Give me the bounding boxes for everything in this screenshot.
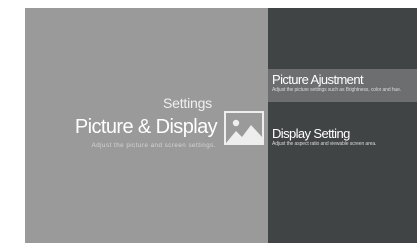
- header-panel: Settings Picture & Display Adjust the pi…: [25, 8, 268, 243]
- menu-item-title: Picture Ajustment: [272, 72, 364, 87]
- picture-icon: [224, 111, 264, 145]
- menu-item-display-setting[interactable]: Display Setting Adjust the aspect ratio …: [268, 126, 417, 154]
- menu-item-title: Display Setting: [272, 126, 350, 141]
- menu-panel: Picture Ajustment Adjust the picture set…: [268, 8, 417, 243]
- page-description: Adjust the picture and screen settings.: [91, 142, 216, 149]
- menu-item-picture-adjustment[interactable]: Picture Ajustment Adjust the picture set…: [268, 69, 417, 102]
- menu-item-subtitle: Adjust the aspect ratio and viewable scr…: [272, 141, 377, 147]
- page-title: Picture & Display: [74, 116, 218, 138]
- breadcrumb: Settings: [163, 95, 212, 111]
- settings-screen: Settings Picture & Display Adjust the pi…: [25, 8, 417, 243]
- menu-item-subtitle: Adjust the picture settings such as Brig…: [272, 87, 402, 93]
